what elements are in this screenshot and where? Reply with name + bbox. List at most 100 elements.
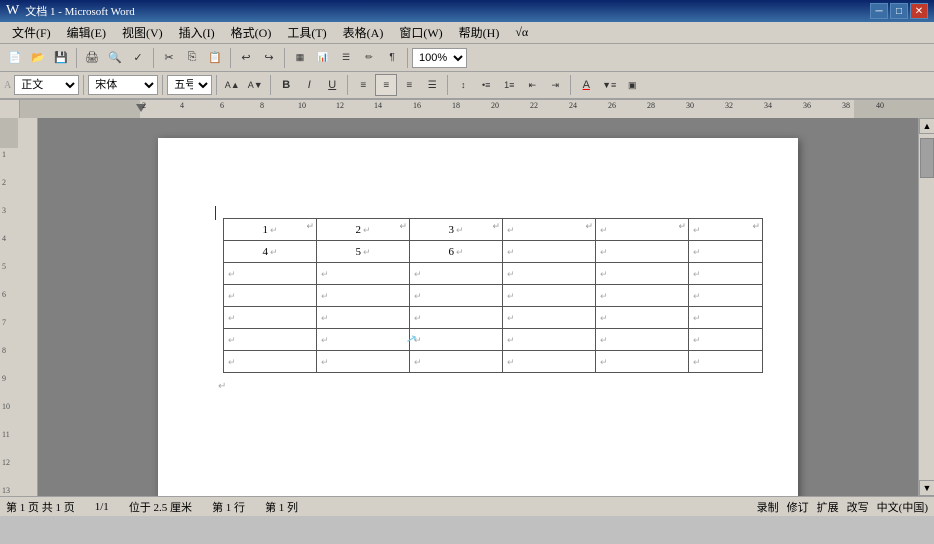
menu-file[interactable]: 文件(F) (4, 22, 59, 43)
table-cell-r1c5[interactable]: ↵ (596, 263, 689, 285)
preview-button[interactable]: 🔍 (104, 47, 126, 69)
table-cell-r1c2[interactable]: ↵ (317, 263, 410, 285)
table-cell-r2c2[interactable]: ↵ (317, 285, 410, 307)
chart-button[interactable]: 📊 (312, 47, 334, 69)
menu-view[interactable]: 视图(V) (114, 22, 171, 43)
table-cell-h25[interactable]: ↵ (596, 241, 689, 263)
table-cell-h24[interactable]: ↵ (503, 241, 596, 263)
zoom-select[interactable]: 100% 75% 150% (412, 48, 467, 68)
indent-increase-button[interactable]: ⇥ (544, 74, 566, 96)
bold-button[interactable]: B (275, 74, 297, 96)
redo-button[interactable]: ↪ (258, 47, 280, 69)
table-cell-1[interactable]: 1↵ (224, 219, 317, 241)
table-cell-r2c3[interactable]: ↵ (410, 285, 503, 307)
table-cell-r5c1[interactable]: ↵ (224, 351, 317, 373)
table-cell-r3c1[interactable]: ↵ (224, 307, 317, 329)
paste-button[interactable]: 📋 (204, 47, 226, 69)
increase-font-button[interactable]: A▲ (221, 74, 243, 96)
ruler-corner (0, 100, 20, 118)
table-cell-r5c5[interactable]: ↵ (596, 351, 689, 373)
undo-button[interactable]: ↩ (235, 47, 257, 69)
show-hide-button[interactable]: ¶ (381, 47, 403, 69)
menu-edit[interactable]: 编辑(E) (59, 22, 114, 43)
table-cell-r4c1[interactable]: ↵ (224, 329, 317, 351)
table-cell-r4c3[interactable]: ↵ (410, 329, 503, 351)
decrease-font-button[interactable]: A▼ (244, 74, 266, 96)
align-right-button[interactable]: ≡ (398, 74, 420, 96)
table-cell-h4[interactable]: ↵ (503, 219, 596, 241)
table-cell-4[interactable]: 4↵ (224, 241, 317, 263)
new-button[interactable]: 📄 (4, 47, 26, 69)
align-left-button[interactable]: ≡ (352, 74, 374, 96)
ruler-container: 2 4 6 8 10 12 14 16 18 20 22 24 26 28 30… (0, 100, 934, 118)
scroll-up-button[interactable]: ▲ (919, 118, 934, 134)
table-cell-h26[interactable]: ↵ (689, 241, 763, 263)
drawing-button[interactable]: ✏ (358, 47, 380, 69)
scrollbar-thumb[interactable] (920, 138, 934, 178)
table-cell-r3c5[interactable]: ↵ (596, 307, 689, 329)
justify-button[interactable]: ☰ (421, 74, 443, 96)
table-cell-r3c4[interactable]: ↵ (503, 307, 596, 329)
table-cell-r5c3[interactable]: ↵ (410, 351, 503, 373)
menu-tools[interactable]: 工具(T) (279, 22, 334, 43)
table-cell-r5c6[interactable]: ↵ (689, 351, 763, 373)
cut-button[interactable]: ✂ (158, 47, 180, 69)
minimize-button[interactable]: ─ (870, 3, 888, 19)
more-format-button[interactable]: ▼≡ (598, 74, 620, 96)
table-cell-r3c2[interactable]: ↵ (317, 307, 410, 329)
table-cell-r4c4[interactable]: ↵ (503, 329, 596, 351)
table-cell-r4c2[interactable]: ↵ ↗ (317, 329, 410, 351)
table-cell-r2c1[interactable]: ↵ (224, 285, 317, 307)
menu-format[interactable]: 格式(O) (223, 22, 280, 43)
font-select[interactable]: 宋体 (88, 75, 158, 95)
underline-button[interactable]: U (321, 74, 343, 96)
italic-button[interactable]: I (298, 74, 320, 96)
table-cell-6[interactable]: 6↵ (410, 241, 503, 263)
table-cell-r4c5[interactable]: ↵ (596, 329, 689, 351)
bullet-button[interactable]: •≡ (475, 74, 497, 96)
title-bar: W 文档 1 - Microsoft Word ─ □ ✕ (0, 0, 934, 22)
font-color-button[interactable]: A (575, 74, 597, 96)
table-cell-h6[interactable]: ↵ (689, 219, 763, 241)
columns-button[interactable]: ☰ (335, 47, 357, 69)
table-cell-r3c6[interactable]: ↵ (689, 307, 763, 329)
menu-table[interactable]: 表格(A) (335, 22, 392, 43)
document-scroll-area[interactable]: 1↵ 2↵ 3↵ ↵ ↵ ↵ 4↵ 5↵ 6↵ ↵ ↵ ↵ (38, 118, 918, 496)
table-cell-r4c6[interactable]: ↵ (689, 329, 763, 351)
table-cell-r2c5[interactable]: ↵ (596, 285, 689, 307)
indent-decrease-button[interactable]: ⇤ (521, 74, 543, 96)
table-cell-r3c3[interactable]: ↵ (410, 307, 503, 329)
borders-button[interactable]: ▣ (621, 74, 643, 96)
table-cell-r2c6[interactable]: ↵ (689, 285, 763, 307)
table-cell-r1c3[interactable]: ↵ (410, 263, 503, 285)
style-select[interactable]: 正文 (14, 75, 79, 95)
table-cell-r1c1[interactable]: ↵ (224, 263, 317, 285)
menu-insert[interactable]: 插入(I) (171, 22, 223, 43)
maximize-button[interactable]: □ (890, 3, 908, 19)
table-cell-h5[interactable]: ↵ (596, 219, 689, 241)
vertical-scrollbar[interactable]: ▲ ▼ (918, 118, 934, 496)
menu-help[interactable]: 帮助(H) (451, 22, 508, 43)
scroll-down-button[interactable]: ▼ (919, 480, 934, 496)
spell-button[interactable]: ✓ (127, 47, 149, 69)
table-cell-r1c6[interactable]: ↵ (689, 263, 763, 285)
numbering-button[interactable]: 1≡ (498, 74, 520, 96)
table-cell-5[interactable]: 5↵ (317, 241, 410, 263)
save-button[interactable]: 💾 (50, 47, 72, 69)
line-spacing-button[interactable]: ↕ (452, 74, 474, 96)
menu-math[interactable]: √α (507, 23, 536, 42)
menu-window[interactable]: 窗口(W) (391, 22, 450, 43)
close-button[interactable]: ✕ (910, 3, 928, 19)
table-cell-2[interactable]: 2↵ (317, 219, 410, 241)
table-cell-r1c4[interactable]: ↵ (503, 263, 596, 285)
table-cell-r5c2[interactable]: ↵ (317, 351, 410, 373)
copy-button[interactable]: ⎘ (181, 47, 203, 69)
table-cell-3[interactable]: 3↵ (410, 219, 503, 241)
print-button[interactable]: 🖨 (81, 47, 103, 69)
table-cell-r2c4[interactable]: ↵ (503, 285, 596, 307)
align-center-button[interactable]: ≡ (375, 74, 397, 96)
open-button[interactable]: 📂 (27, 47, 49, 69)
table-insert-button[interactable]: ▦ (289, 47, 311, 69)
table-cell-r5c4[interactable]: ↵ (503, 351, 596, 373)
size-select[interactable]: 五号 (167, 75, 212, 95)
